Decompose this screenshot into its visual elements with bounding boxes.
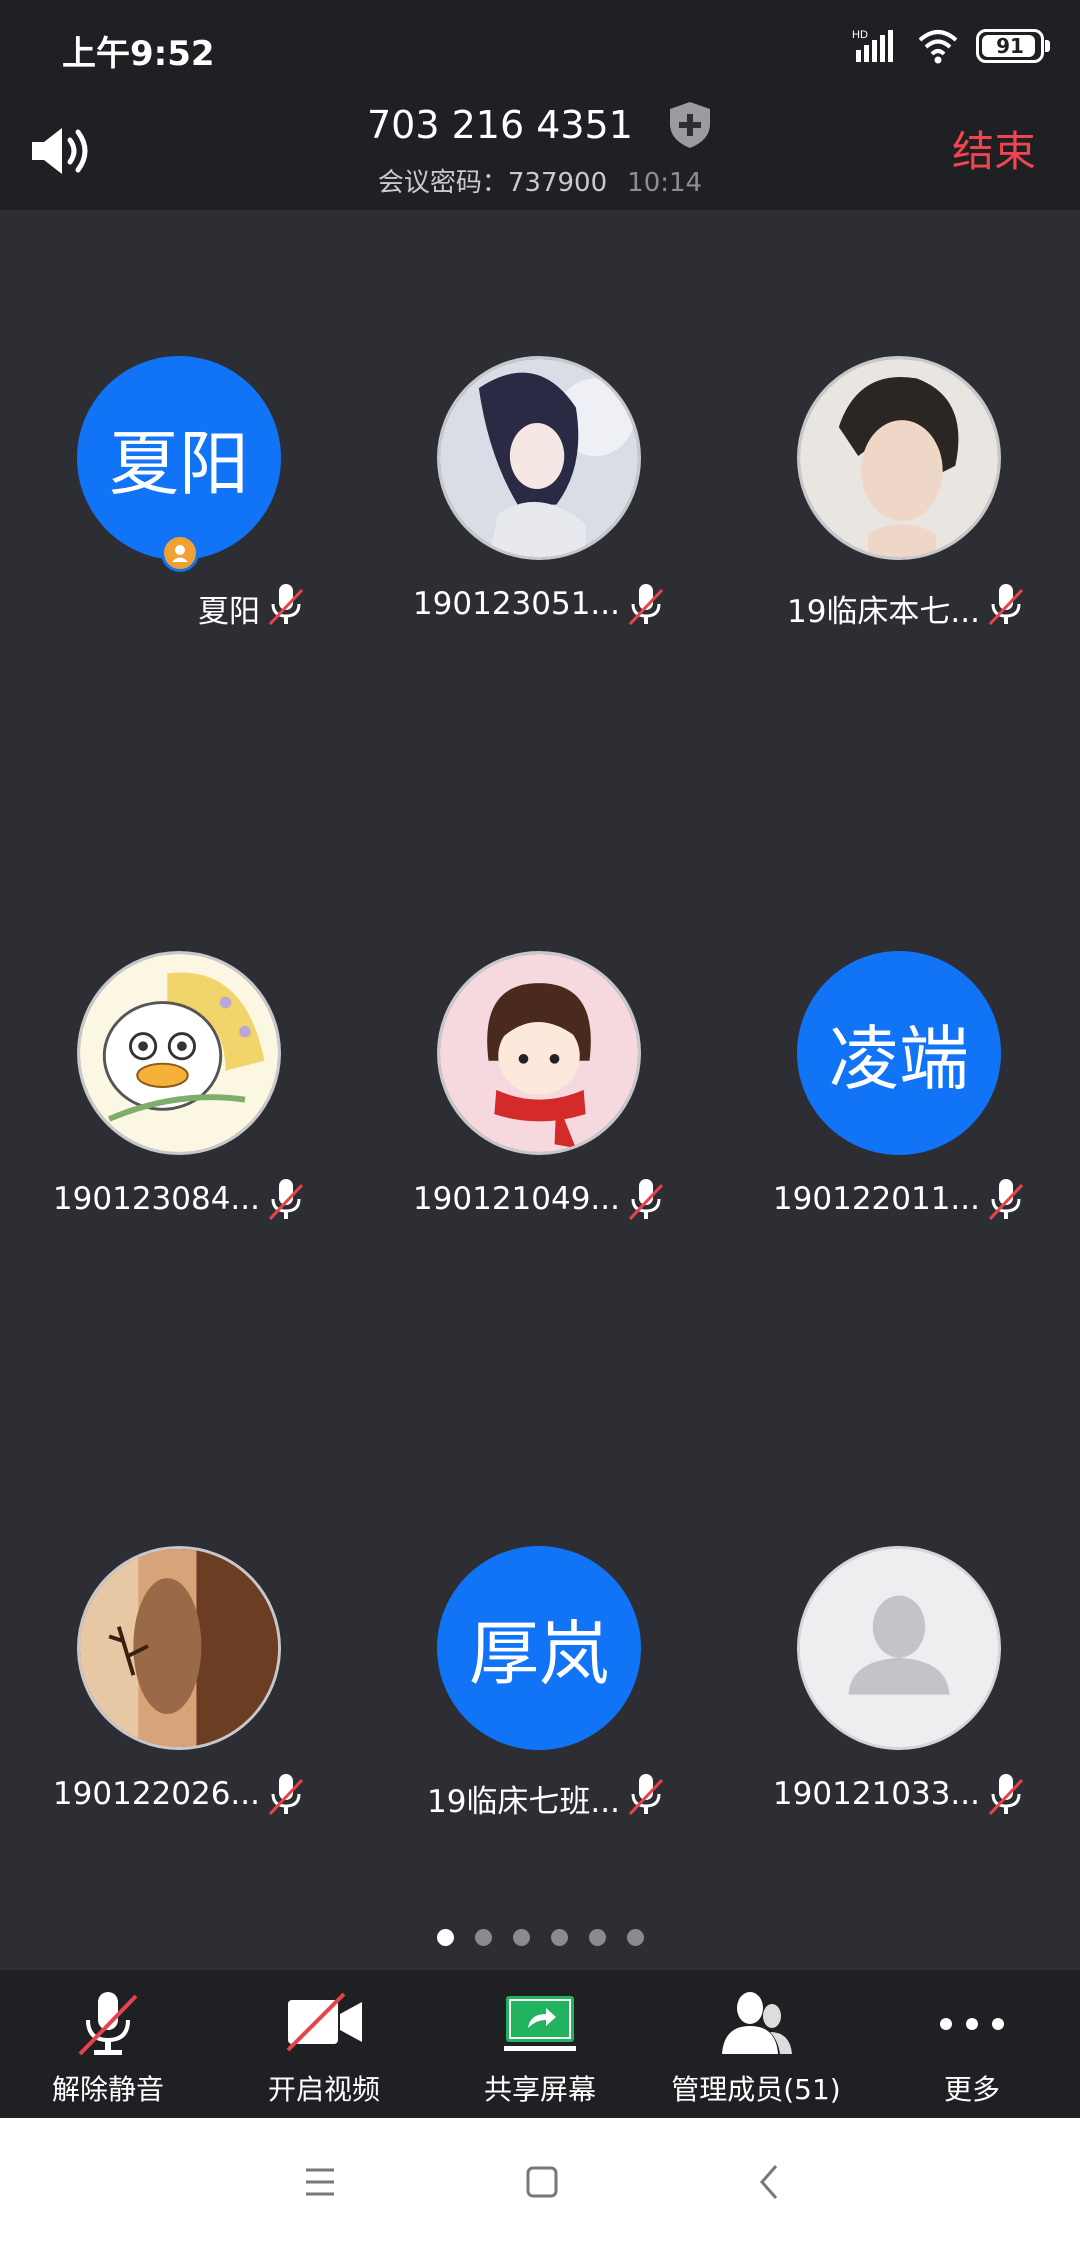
meeting-toolbar: 解除静音 开启视频 共享屏幕 管理成员(51) 更多: [0, 1970, 1080, 2118]
status-time: 上午9:52: [62, 34, 215, 74]
unmute-label: 解除静音: [51, 2073, 164, 2106]
meeting-info: 会议密码：737900 10:14: [0, 162, 1080, 199]
participant-name-row: 190123084...: [0, 1177, 360, 1227]
participant-tile[interactable]: 19临床本七...: [720, 356, 1080, 656]
mic-muted-icon: [988, 584, 1024, 626]
avatar: [77, 951, 281, 1155]
participant-name-row: 190123051...: [360, 582, 720, 632]
participant-tile[interactable]: 190123051...: [360, 356, 720, 656]
menu-icon[interactable]: [300, 2162, 340, 2202]
share-screen-icon: [504, 1996, 576, 2051]
participant-grid: 夏阳 夏阳 190123051... 19临床本七... 190123084..…: [0, 210, 1080, 1970]
participant-name: 190122026...: [52, 1776, 260, 1812]
meeting-password: 会议密码：737900: [377, 168, 608, 198]
wifi-icon: [918, 30, 958, 64]
page-dot[interactable]: [474, 1929, 492, 1946]
participant-name: 190123051...: [412, 586, 620, 622]
participant-name: 190121033...: [772, 1776, 980, 1812]
default-user-icon: [800, 1549, 998, 1747]
participant-name-row: 19临床本七...: [720, 582, 1080, 632]
mic-muted-icon: [268, 584, 304, 626]
mic-muted-icon: [268, 1179, 304, 1221]
back-icon[interactable]: [750, 2162, 790, 2202]
mic-muted-icon: [988, 1774, 1024, 1816]
participant-name: 夏阳: [198, 594, 260, 630]
status-icons: HD 91: [852, 24, 1050, 68]
avatar: [797, 356, 1001, 560]
participant-name-row: 19临床七班...: [360, 1772, 720, 1822]
mic-muted-icon: [628, 1179, 664, 1221]
system-nav-bar: [0, 2118, 1080, 2248]
avatar: 厚岚: [437, 1546, 641, 1750]
meeting-duration: 10:14: [627, 168, 703, 198]
members-icon: [722, 1992, 792, 2054]
video-off-icon: [286, 1992, 362, 2052]
participant-name: 190122011...: [772, 1181, 980, 1217]
status-bar: 上午9:52 HD 91: [0, 0, 1080, 92]
page-dot[interactable]: [436, 1929, 454, 1946]
participant-tile[interactable]: 190122026...: [0, 1546, 360, 1846]
avatar: 凌端: [797, 951, 1001, 1155]
page-dot[interactable]: [512, 1929, 530, 1946]
page-dot[interactable]: [550, 1929, 568, 1946]
more-dots-icon: [940, 2018, 1004, 2030]
participant-name: 190121049...: [412, 1181, 620, 1217]
participant-tile[interactable]: 凌端 190122011...: [720, 951, 1080, 1251]
start-video-button[interactable]: 开启视频: [216, 1970, 432, 2118]
unmute-button[interactable]: 解除静音: [0, 1970, 216, 2118]
end-meeting-button[interactable]: 结束: [952, 118, 1036, 179]
participant-tile[interactable]: 190121033...: [720, 1546, 1080, 1846]
participant-tile[interactable]: 190121049...: [360, 951, 720, 1251]
shield-icon[interactable]: [667, 100, 713, 150]
page-dot[interactable]: [626, 1929, 644, 1946]
participant-name-row: 190122026...: [0, 1772, 360, 1822]
mic-muted-icon: [628, 584, 664, 626]
participant-tile[interactable]: 190123084...: [0, 951, 360, 1251]
share-screen-button[interactable]: 共享屏幕: [432, 1970, 648, 2118]
page-indicator[interactable]: [0, 1929, 1080, 1947]
participant-name-row: 190122011...: [720, 1177, 1080, 1227]
avatar: [437, 356, 641, 560]
more-label: 更多: [943, 2073, 1000, 2106]
manage-members-label: 管理成员(51): [671, 2073, 841, 2106]
battery-level: 91: [996, 34, 1024, 58]
mic-muted-icon: [268, 1774, 304, 1816]
participant-tile[interactable]: 厚岚 19临床七班...: [360, 1546, 720, 1846]
mic-off-icon: [78, 1992, 138, 2056]
more-button[interactable]: 更多: [864, 1970, 1080, 2118]
host-badge-icon: [161, 534, 199, 572]
participant-name: 19临床七班...: [426, 1784, 620, 1820]
avatar: 夏阳: [77, 356, 281, 560]
participant-name-row: 夏阳: [0, 582, 360, 632]
participant-name: 19临床本七...: [786, 594, 980, 630]
start-video-label: 开启视频: [267, 2073, 380, 2106]
participant-name-row: 190121033...: [720, 1772, 1080, 1822]
mic-muted-icon: [988, 1179, 1024, 1221]
manage-members-button[interactable]: 管理成员(51): [648, 1970, 864, 2118]
meeting-id: 703 216 4351: [366, 103, 633, 147]
signal-icon: HD: [852, 29, 893, 62]
battery-icon: 91: [976, 29, 1050, 63]
page-dot[interactable]: [588, 1929, 606, 1946]
avatar: [437, 951, 641, 1155]
participant-name: 190123084...: [52, 1181, 260, 1217]
home-icon[interactable]: [522, 2162, 562, 2202]
participant-tile[interactable]: 夏阳 夏阳: [0, 356, 360, 656]
share-screen-label: 共享屏幕: [483, 2073, 596, 2106]
network-type: HD: [852, 29, 868, 41]
meeting-id-row[interactable]: 703 216 4351: [0, 100, 1080, 150]
meeting-header: 703 216 4351 会议密码：737900 10:14 结束: [0, 92, 1080, 210]
avatar: [797, 1546, 1001, 1750]
mic-muted-icon: [628, 1774, 664, 1816]
avatar: [77, 1546, 281, 1750]
participant-name-row: 190121049...: [360, 1177, 720, 1227]
